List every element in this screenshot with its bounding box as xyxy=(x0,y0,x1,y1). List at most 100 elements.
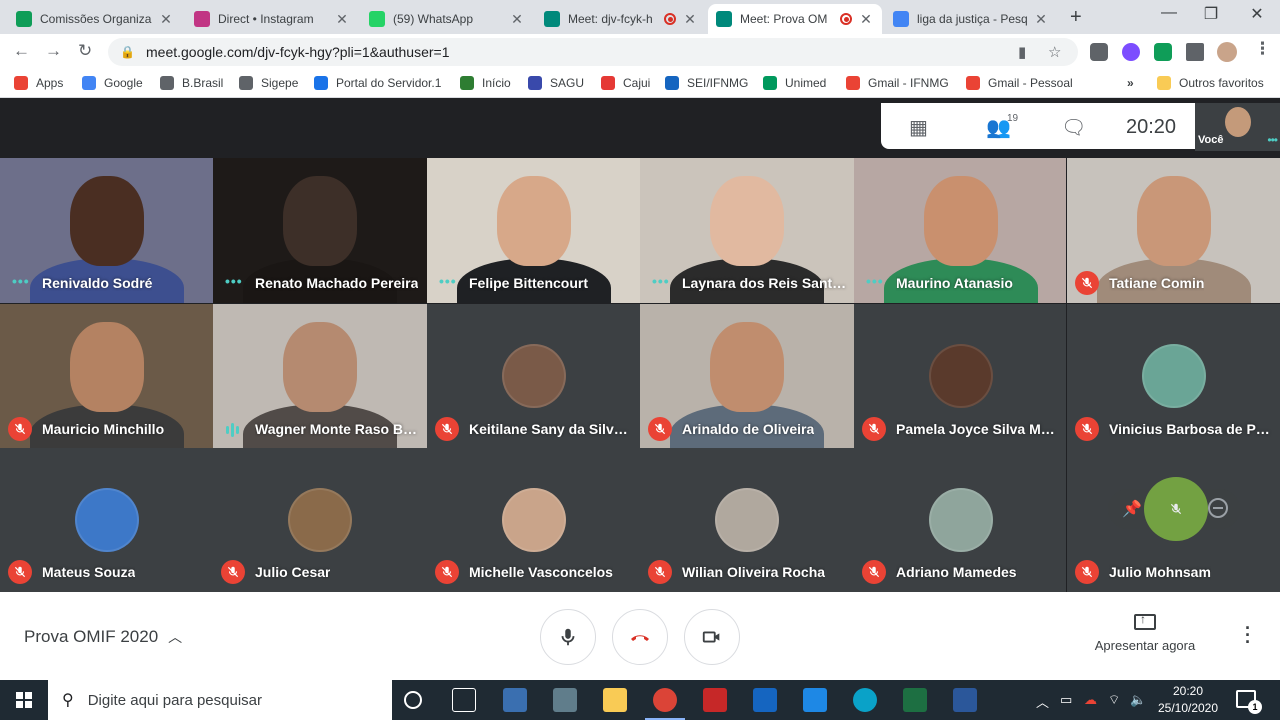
task-view-icon[interactable] xyxy=(452,688,476,712)
minimize-icon[interactable]: — xyxy=(1146,4,1192,22)
participant-name: Julio Cesar xyxy=(255,564,331,580)
close-window-icon[interactable]: ✕ xyxy=(1234,4,1280,24)
notification-center-icon[interactable]: 1 xyxy=(1236,690,1262,714)
more-options-icon[interactable]: · · · xyxy=(1245,619,1251,651)
browser-tab[interactable]: Comissões Organiza ✕ xyxy=(8,4,182,34)
close-tab-icon[interactable]: ✕ xyxy=(334,11,350,28)
pin-icon[interactable]: 📌 xyxy=(1122,499,1142,519)
mute-participant-button[interactable] xyxy=(1144,477,1208,541)
chrome-menu-icon[interactable]: ⋮ xyxy=(1254,39,1271,59)
volume-icon[interactable]: 🔈 xyxy=(1130,692,1146,708)
file-explorer-icon[interactable] xyxy=(603,688,627,712)
camera-button[interactable] xyxy=(684,609,740,665)
reload-icon[interactable]: ↻ xyxy=(78,41,92,61)
bookmark-item[interactable]: Apps xyxy=(14,76,63,90)
leave-call-button[interactable] xyxy=(612,609,668,665)
present-now-button[interactable]: Apresentar agora xyxy=(1090,612,1200,653)
cortana-icon[interactable] xyxy=(404,691,422,709)
participant-tile[interactable]: Mateus Souza xyxy=(0,448,213,592)
participant-tile[interactable]: Adriano Mamedes xyxy=(854,448,1066,592)
excel-icon[interactable] xyxy=(903,688,927,712)
close-tab-icon[interactable]: ✕ xyxy=(858,11,874,28)
globe-icon xyxy=(239,76,253,90)
participant-tile[interactable]: ••• Laynara dos Reis Santos... xyxy=(640,158,854,303)
new-tab-icon[interactable]: + xyxy=(1070,6,1082,29)
browser-tab[interactable]: liga da justiça - Pesq ✕ xyxy=(885,4,1057,34)
bookmark-item[interactable]: Cajui xyxy=(601,76,650,90)
layout-grid-icon[interactable]: ▦ xyxy=(909,115,928,140)
meeting-details-toggle[interactable]: Prova OMIF 2020 ︿ xyxy=(24,627,182,647)
taskbar-search-box[interactable]: ⚲ Digite aqui para pesquisar xyxy=(48,680,392,720)
cloud-icon[interactable]: ☁ xyxy=(1084,692,1097,708)
participant-tile[interactable]: Tatiane Comin xyxy=(1067,158,1280,303)
bookmark-item[interactable]: Sigepe xyxy=(239,76,298,90)
bookmark-item[interactable]: SAGU xyxy=(528,76,584,90)
bookmark-item[interactable]: Início xyxy=(460,76,511,90)
participant-face xyxy=(70,322,144,412)
participant-tile[interactable]: Wagner Monte Raso Bra... xyxy=(213,304,427,449)
bookmark-star-icon[interactable]: ☆ xyxy=(1048,43,1061,61)
participant-tile[interactable]: Keitilane Sany da Silveira xyxy=(427,304,640,449)
bookmark-item[interactable]: Unimed xyxy=(763,76,826,90)
puzzle-icon[interactable] xyxy=(1186,43,1204,61)
chrome-taskbar-icon[interactable] xyxy=(653,688,677,712)
start-button[interactable] xyxy=(0,680,48,720)
tray-chevron-icon[interactable]: ︿ xyxy=(1036,692,1049,711)
edge-icon[interactable] xyxy=(853,688,877,712)
close-tab-icon[interactable]: ✕ xyxy=(1033,11,1049,28)
participant-avatar xyxy=(929,488,993,552)
camera-icon[interactable]: ▮ xyxy=(1018,43,1026,61)
bookmark-item[interactable]: Gmail - IFNMG xyxy=(846,76,949,90)
participant-tile[interactable]: Pamela Joyce Silva Mel... xyxy=(854,304,1066,449)
self-view-tile[interactable]: Você ••• xyxy=(1195,103,1280,151)
back-icon[interactable]: ← xyxy=(13,41,30,61)
participant-tile[interactable]: Julio Cesar xyxy=(213,448,427,592)
participant-tile[interactable]: ••• Maurino Atanasio xyxy=(854,158,1066,303)
close-tab-icon[interactable]: ✕ xyxy=(509,11,525,28)
bookmark-item[interactable]: B.Brasil xyxy=(160,76,223,90)
microphone-button[interactable] xyxy=(540,609,596,665)
network-app-icon[interactable] xyxy=(503,688,527,712)
sheets-extension-icon[interactable] xyxy=(1154,43,1172,61)
remove-participant-icon[interactable] xyxy=(1208,498,1228,518)
more-bookmarks-icon[interactable]: » xyxy=(1127,76,1134,90)
app-diamond-icon[interactable] xyxy=(753,688,777,712)
participant-name: Adriano Mamedes xyxy=(896,564,1017,580)
maximize-icon[interactable]: ❐ xyxy=(1188,4,1234,24)
bookmark-item[interactable]: Portal do Servidor.1 xyxy=(314,76,441,90)
participant-tile[interactable]: Wilian Oliveira Rocha xyxy=(640,448,854,592)
participant-tile[interactable]: ••• Renato Machado Pereira xyxy=(213,158,427,303)
participant-tile[interactable]: Arinaldo de Oliveira xyxy=(640,304,854,449)
participant-tile[interactable]: Vinicius Barbosa de Paiva xyxy=(1067,304,1280,449)
extension-shield-icon[interactable] xyxy=(1090,43,1108,61)
battery-icon[interactable]: ▭ xyxy=(1060,692,1072,708)
other-bookmarks-folder[interactable]: Outros favoritos xyxy=(1157,76,1264,90)
wifi-icon[interactable]: ⌔ xyxy=(1108,692,1120,708)
mail-icon[interactable] xyxy=(803,688,827,712)
extension-star-icon[interactable] xyxy=(1122,43,1140,61)
close-tab-icon[interactable]: ✕ xyxy=(682,11,698,28)
system-clock[interactable]: 20:20 25/10/2020 xyxy=(1156,683,1220,717)
address-bar[interactable]: 🔒 meet.google.com/djv-fcyk-hgy?pli=1&aut… xyxy=(108,38,1078,66)
profile-avatar[interactable] xyxy=(1217,42,1237,62)
participant-tile[interactable]: Mauricio Minchillo xyxy=(0,304,213,449)
word-icon[interactable] xyxy=(953,688,977,712)
participant-tile[interactable]: ••• Renivaldo Sodré xyxy=(0,158,213,303)
bookmark-item[interactable]: Gmail - Pessoal xyxy=(966,76,1073,90)
bookmark-item[interactable]: SEI/IFNMG xyxy=(665,76,748,90)
participant-tile[interactable]: ••• Felipe Bittencourt xyxy=(427,158,640,303)
bookmarks-bar: » Outros favoritos Apps Google B.Brasil Sig… xyxy=(0,70,1280,98)
chat-icon[interactable]: 🗨 xyxy=(1061,115,1086,140)
bookmark-item[interactable]: Google xyxy=(82,76,143,90)
browser-tab[interactable]: (59) WhatsApp ✕ xyxy=(361,4,533,34)
participant-tile[interactable]: Michelle Vasconcelos xyxy=(427,448,640,592)
browser-tab[interactable]: Direct • Instagram ✕ xyxy=(186,4,358,34)
browser-tab[interactable]: Meet: Prova OM ✕ xyxy=(708,4,882,34)
browser-tab[interactable]: Meet: djv-fcyk-h ✕ xyxy=(536,4,706,34)
acrobat-icon[interactable] xyxy=(703,688,727,712)
participant-face xyxy=(497,176,571,266)
close-tab-icon[interactable]: ✕ xyxy=(158,11,174,28)
calculator-icon[interactable] xyxy=(553,688,577,712)
participant-avatar xyxy=(502,344,566,408)
forward-icon[interactable]: → xyxy=(45,41,62,61)
